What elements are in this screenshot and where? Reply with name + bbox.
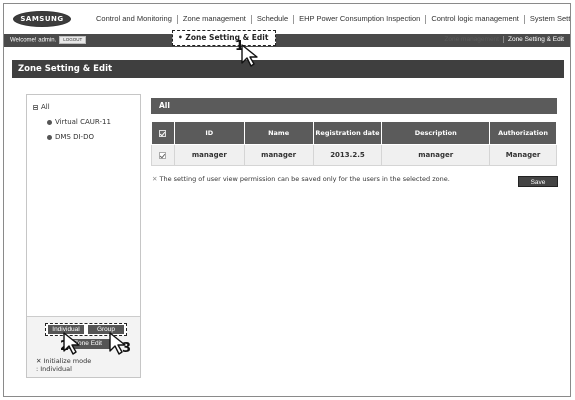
- pointer-cursor-icon: [63, 332, 80, 355]
- note-mark-icon: ✕: [152, 175, 160, 183]
- logout-button[interactable]: LOGOUT: [59, 36, 87, 44]
- app-window: SAMSUNG Control and Monitoring Zone manag…: [3, 3, 571, 397]
- menu-separator: [293, 14, 295, 24]
- note-text: The setting of user view permission can …: [159, 175, 450, 183]
- menu-separator: [425, 14, 427, 24]
- tree-node-label: DMS DI-DO: [55, 133, 94, 141]
- init-line-1: Initialize mode: [43, 357, 92, 365]
- cell-id: manager: [173, 144, 245, 166]
- tree-node-virtual-caur[interactable]: Virtual CAUR-11: [47, 118, 111, 126]
- breadcrumb: Zone management Zone Setting & Edit: [444, 36, 564, 43]
- table-row[interactable]: manager manager 2013.2.5 manager Manager: [151, 144, 557, 166]
- initialize-mode-note: ✕ Initialize mode : Individual: [36, 357, 91, 373]
- menu-separator: [176, 14, 178, 24]
- column-description[interactable]: Description: [381, 121, 491, 145]
- main-menu: Control and Monitoring Zone management Sch…: [92, 14, 570, 24]
- cell-authorization: Manager: [489, 144, 557, 166]
- column-registration-date[interactable]: Registration date: [312, 121, 383, 145]
- submenu-bullet-icon: •: [178, 33, 183, 42]
- menu-separator: [250, 14, 252, 24]
- tree-node-all[interactable]: All: [33, 103, 50, 111]
- column-name[interactable]: Name: [243, 121, 314, 145]
- breadcrumb-current: Zone Setting & Edit: [507, 36, 564, 44]
- cell-name: manager: [243, 144, 314, 166]
- page-title: Zone Setting & Edit: [12, 60, 564, 78]
- menu-ehp-power[interactable]: EHP Power Consumption Inspection: [295, 14, 424, 23]
- breadcrumb-parent[interactable]: Zone management: [444, 36, 499, 43]
- samsung-logo: SAMSUNG: [13, 11, 71, 27]
- menu-separator: [523, 14, 525, 24]
- submenu-label: Zone Setting & Edit: [185, 33, 269, 42]
- select-all-cell: [151, 121, 175, 145]
- save-button[interactable]: Save: [518, 176, 558, 187]
- tree-node-dms-di-do[interactable]: DMS DI-DO: [47, 133, 94, 141]
- welcome-text: Welcome! admin.: [10, 37, 57, 44]
- menu-zone-management[interactable]: Zone management: [179, 14, 250, 23]
- zone-bullet-icon: [47, 119, 52, 125]
- zone-header: All: [151, 98, 557, 114]
- column-authorization[interactable]: Authorization: [489, 121, 557, 145]
- user-table: ID Name Registration date Description Au…: [151, 121, 557, 166]
- menu-control-logic[interactable]: Control logic management: [427, 14, 523, 23]
- pointer-cursor-icon: [241, 44, 258, 67]
- note-mark-icon: ✕: [36, 357, 44, 365]
- permission-note: ✕ The setting of user view permission ca…: [152, 175, 450, 183]
- status-bar: Welcome! admin. LOGOUT Zone management Zon…: [4, 34, 570, 47]
- menu-control-monitoring[interactable]: Control and Monitoring: [92, 14, 176, 23]
- collapse-icon[interactable]: [33, 104, 38, 110]
- row-checkbox[interactable]: [159, 151, 167, 159]
- pointer-cursor-icon: [109, 332, 126, 355]
- menu-schedule[interactable]: Schedule: [253, 14, 292, 23]
- table-header-row: ID Name Registration date Description Au…: [151, 121, 557, 145]
- welcome-message: Welcome! admin. LOGOUT: [10, 36, 87, 44]
- row-checkbox-cell: [151, 144, 175, 166]
- tree-node-label: Virtual CAUR-11: [55, 118, 111, 126]
- cell-registration-date: 2013.2.5: [312, 144, 383, 166]
- top-header: SAMSUNG Control and Monitoring Zone manag…: [4, 4, 570, 34]
- menu-system-settings[interactable]: System Settings: [526, 14, 570, 23]
- zone-bullet-icon: [47, 134, 52, 140]
- tree-node-label: All: [41, 103, 50, 111]
- select-all-checkbox[interactable]: [159, 129, 167, 137]
- init-line-2: : Individual: [36, 365, 72, 373]
- column-id[interactable]: ID: [173, 121, 245, 145]
- zone-tree: All Virtual CAUR-11 DMS DI-DO: [27, 95, 140, 317]
- cell-description: manager: [381, 144, 491, 166]
- breadcrumb-separator: [502, 36, 504, 43]
